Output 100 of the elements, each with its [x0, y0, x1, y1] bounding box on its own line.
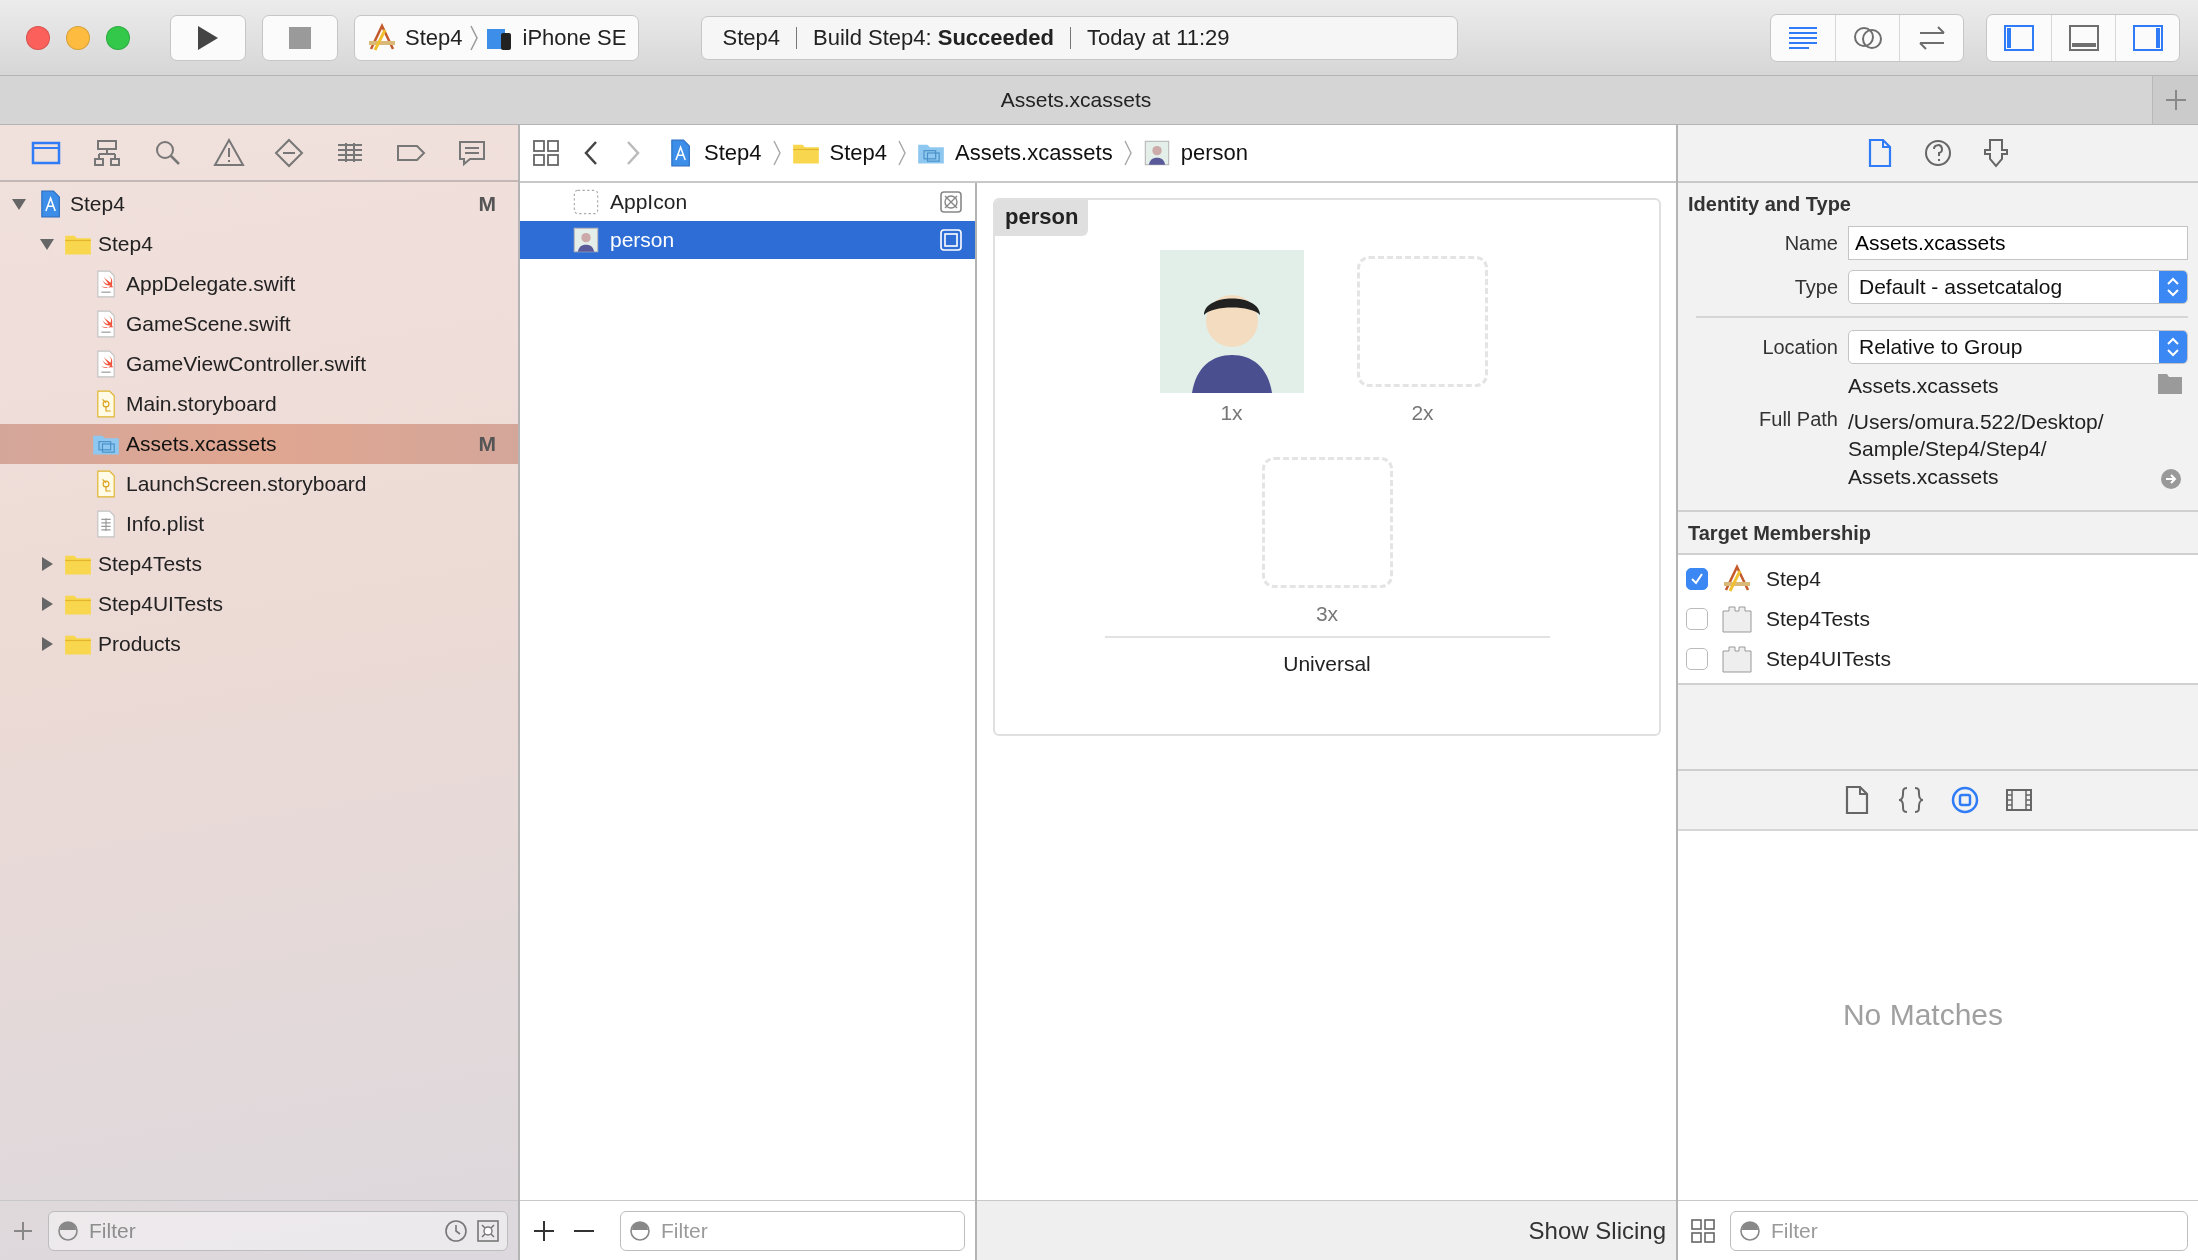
collapsed-triangle-icon[interactable]	[39, 596, 55, 612]
activity-project: Step4	[722, 24, 780, 51]
grid-icon	[532, 139, 560, 167]
file-row[interactable]: Main.storyboard	[0, 384, 518, 424]
file-row[interactable]: Step4 M	[0, 184, 518, 224]
run-button[interactable]	[170, 14, 246, 61]
asset-name: person	[610, 228, 676, 252]
issue-navigator-tab[interactable]	[212, 136, 245, 169]
file-row[interactable]: Step4	[0, 224, 518, 264]
image-thumbnail-icon	[572, 226, 600, 254]
crossed-square-icon[interactable]	[476, 1218, 500, 1243]
type-label: Type	[1794, 275, 1838, 299]
file-row[interactable]: AppDelegate.swift	[0, 264, 518, 304]
play-icon	[196, 24, 220, 51]
filter-field[interactable]: Filter	[1730, 1210, 2188, 1251]
asset-row[interactable]: person	[520, 221, 975, 259]
file-name: Products	[98, 632, 182, 656]
stop-button[interactable]	[262, 14, 338, 61]
checkbox[interactable]	[1686, 567, 1708, 590]
scale-label: 2x	[1411, 401, 1434, 425]
file-name: Step4UITests	[98, 592, 224, 616]
file-row[interactable]: GameScene.swift	[0, 304, 518, 344]
full-path-text: /Users/omura.522/Desktop/Sample/Step4/Step4/Assets.xcassets	[1848, 409, 2105, 490]
test-navigator-tab[interactable]	[273, 136, 306, 169]
path-crumb[interactable]: Step4	[666, 139, 762, 167]
collapsed-triangle-icon[interactable]	[39, 636, 55, 652]
location-label: Location	[1762, 335, 1838, 359]
file-name: Assets.xcassets	[126, 432, 278, 456]
target-name: Step4Tests	[1766, 606, 1870, 631]
related-items-button[interactable]	[532, 139, 560, 167]
path-crumb[interactable]: Assets.xcassets	[917, 139, 1113, 167]
arrow-circle-icon	[2160, 467, 2182, 490]
file-row[interactable]: Info.plist	[0, 504, 518, 544]
file-row[interactable]: Step4Tests	[0, 544, 518, 584]
location-popup[interactable]: Relative to Group	[1848, 330, 2188, 364]
destination-button[interactable]: iPhone SE	[478, 22, 633, 53]
path-crumb[interactable]: Step4	[791, 139, 887, 167]
chevron-icon	[771, 138, 782, 168]
file-name: Main.storyboard	[126, 392, 278, 416]
expanded-triangle-icon[interactable]	[11, 196, 27, 212]
file-name: LaunchScreen.storyboard	[126, 472, 368, 496]
show-slicing-button[interactable]: Show Slicing	[1528, 1216, 1666, 1245]
empty-message: No Matches	[1842, 998, 2004, 1033]
collapsed-triangle-icon[interactable]	[39, 556, 55, 572]
help-inspector-tab[interactable]	[1922, 137, 1954, 169]
image-set-name: person	[995, 200, 1089, 236]
file-name: GameViewController.swift	[126, 352, 368, 376]
location-file-name: Assets.xcassets	[1848, 374, 1999, 398]
stepper-icon	[2165, 275, 2181, 299]
build-status: Build Step4: Succeeded	[812, 24, 1054, 51]
file-row[interactable]: Assets.xcassets M	[0, 424, 518, 464]
zoom-button[interactable]	[106, 25, 130, 50]
activity-time: Today at 11:29	[1086, 24, 1230, 51]
status-label: M	[478, 432, 496, 456]
tab-title: Assets.xcassets	[1000, 88, 1152, 112]
reveal-in-finder-button[interactable]	[2160, 467, 2182, 490]
new-tab-button[interactable]	[2152, 76, 2198, 124]
chevron-icon	[897, 138, 907, 168]
stop-icon	[289, 26, 311, 49]
path-crumb[interactable]: person	[1142, 139, 1248, 167]
name-label: Name	[1784, 231, 1838, 255]
scheme-button[interactable]: Step4	[361, 22, 469, 53]
file-name: Info.plist	[126, 512, 206, 536]
image-thumbnail-icon	[1142, 139, 1171, 167]
filter-icon	[57, 1219, 79, 1242]
minus-icon	[572, 1228, 596, 1233]
choose-folder-button[interactable]	[2158, 374, 2182, 394]
checkbox[interactable]	[1686, 647, 1708, 670]
bundle-icon	[1722, 604, 1752, 633]
file-name: Step4	[98, 232, 154, 256]
file-row[interactable]: Step4UITests	[0, 584, 518, 624]
app-tools-icon	[367, 22, 397, 53]
file-row[interactable]: GameViewController.swift	[0, 344, 518, 384]
scale-label: 3x	[1315, 602, 1339, 626]
name-field[interactable]: Assets.xcassets	[1848, 226, 2188, 260]
dashed-square-icon	[572, 188, 600, 216]
section-title: Identity and Type	[1688, 193, 1852, 216]
folder-icon	[2158, 374, 2182, 394]
type-popup[interactable]: Default - assetcatalog	[1848, 270, 2188, 304]
crossed-square-icon	[939, 190, 963, 214]
bundle-icon	[1722, 644, 1752, 673]
close-button[interactable]	[26, 25, 50, 50]
section-title: Target Membership	[1678, 509, 2198, 555]
plus-icon	[532, 1218, 556, 1243]
square-icon	[939, 228, 963, 252]
file-row[interactable]: Products	[0, 624, 518, 664]
forward-button[interactable]	[624, 139, 642, 167]
file-name: Step4	[70, 192, 126, 216]
checkmark-icon	[1690, 571, 1704, 586]
status-label: M	[478, 192, 496, 216]
back-button[interactable]	[582, 139, 600, 167]
target-name: Step4UITests	[1766, 646, 1891, 671]
checkbox[interactable]	[1686, 607, 1708, 630]
clock-icon[interactable]	[444, 1218, 468, 1243]
filter-field[interactable]: Filter	[620, 1210, 965, 1251]
grid-icon	[1690, 1217, 1716, 1244]
file-row[interactable]: LaunchScreen.storyboard	[0, 464, 518, 504]
asset-row[interactable]: AppIcon	[520, 183, 975, 221]
asset-name: AppIcon	[610, 190, 689, 214]
expanded-triangle-icon[interactable]	[39, 236, 55, 252]
